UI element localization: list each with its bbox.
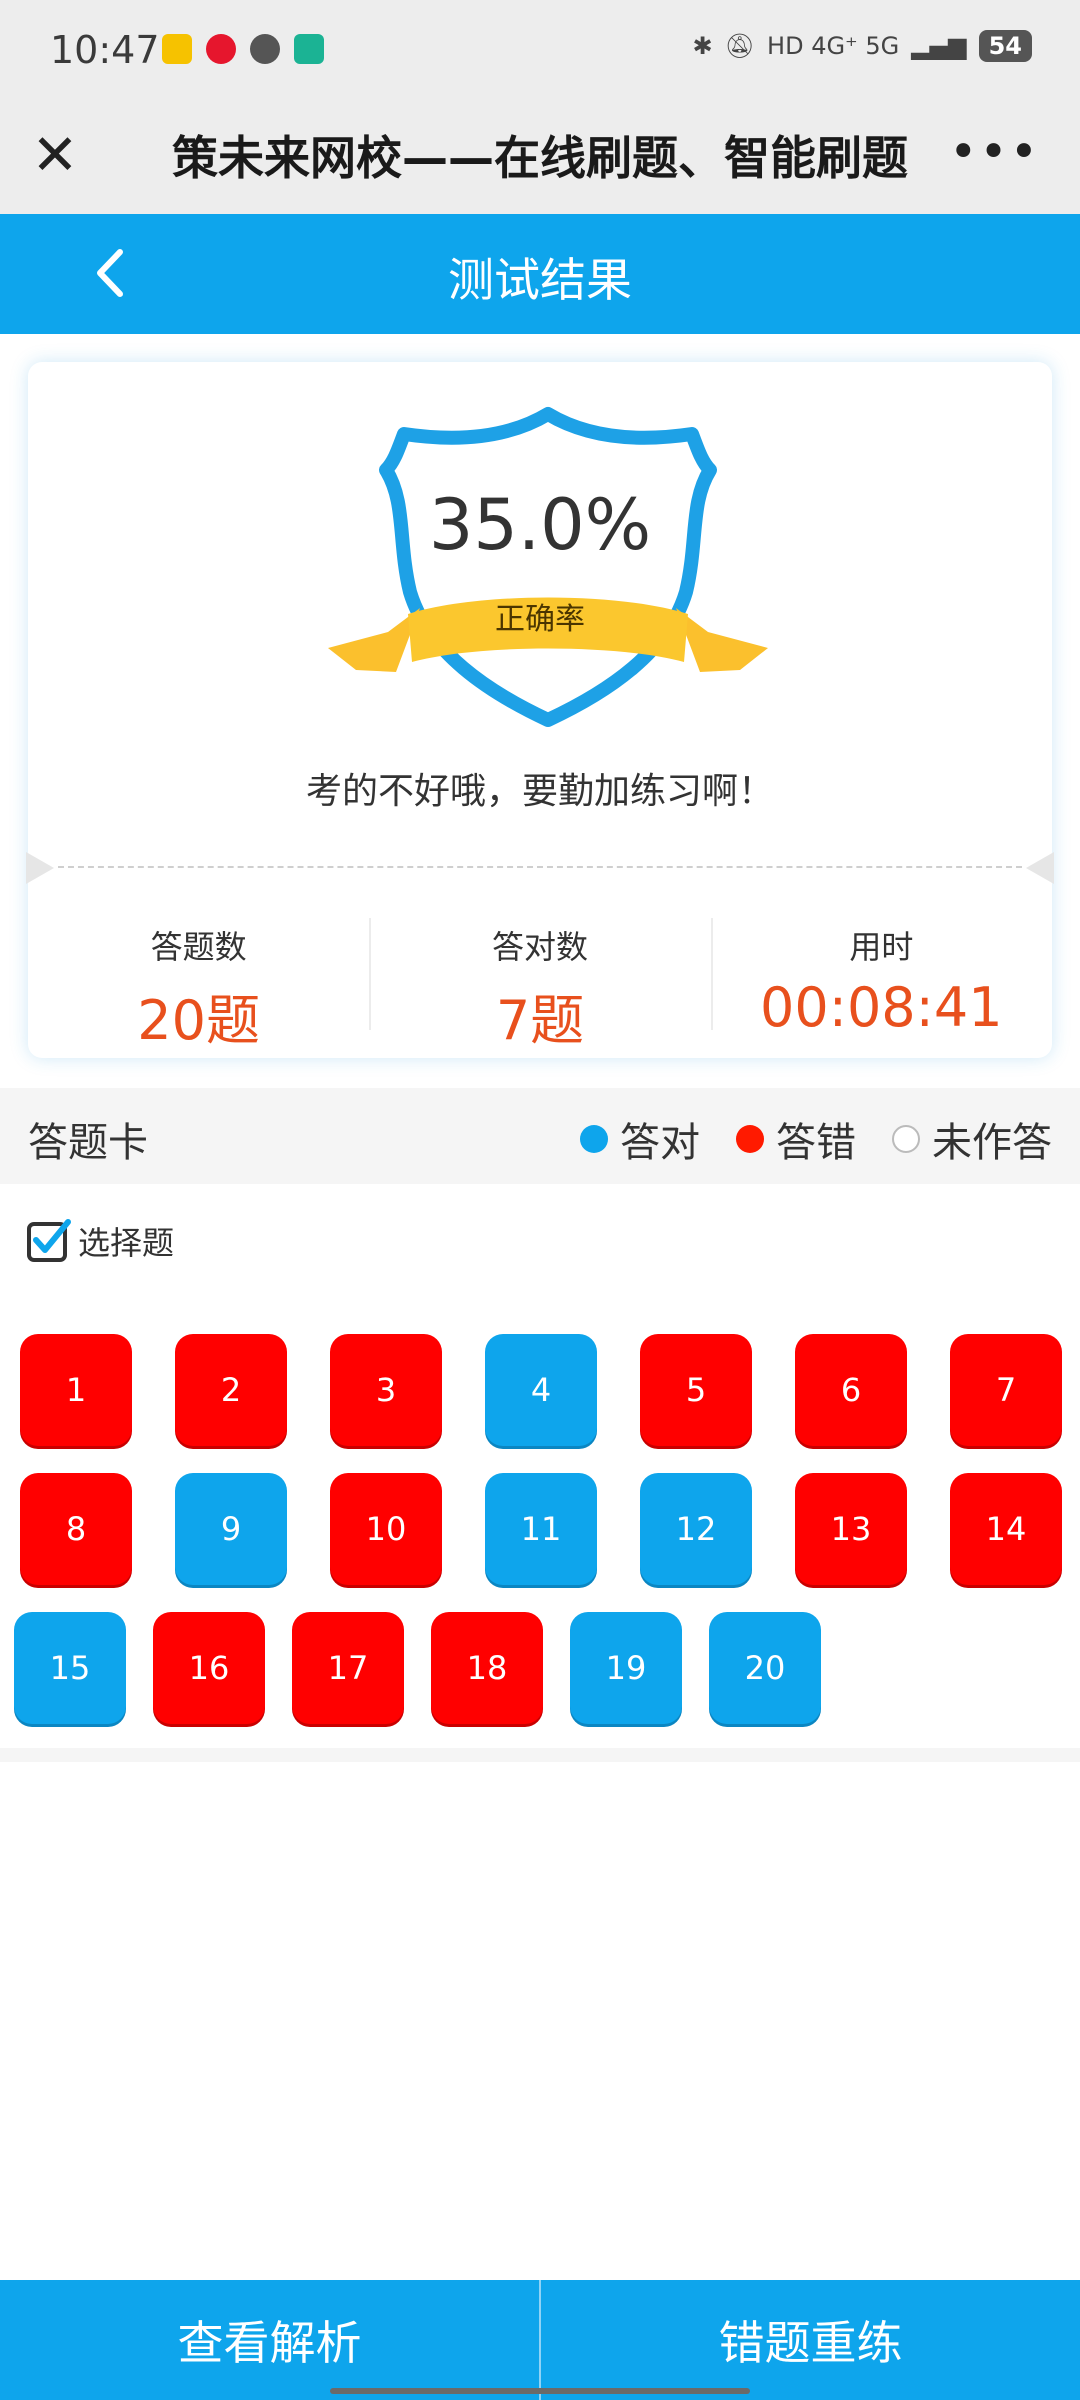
stat-label: 用时 (849, 928, 914, 966)
checkbox-checked-icon (27, 1219, 71, 1262)
network-label: HD 4G⁺ 5G (767, 32, 900, 60)
status-bar: 10:47 ✱ 🔕︎ HD 4G⁺ 5G ▂▄▆ 54 (0, 0, 1080, 104)
status-time: 10:47 (50, 28, 160, 72)
question-button-11[interactable]: 11 (485, 1473, 597, 1585)
page-header: 测试结果 (0, 214, 1080, 334)
card-divider (58, 866, 1022, 868)
question-button-15[interactable]: 15 (14, 1612, 126, 1724)
card-notch-right (1026, 852, 1054, 884)
stat-value: 7题 (495, 989, 585, 1052)
question-button-10[interactable]: 10 (330, 1473, 442, 1585)
battery-icon: 54 (978, 30, 1032, 62)
stat-value: 00:08:41 (760, 976, 1003, 1039)
retry-wrong-button[interactable]: 错题重练 (539, 2280, 1080, 2400)
meituan-app-icon (162, 34, 192, 64)
close-icon[interactable]: ✕ (30, 126, 80, 186)
question-button-17[interactable]: 17 (292, 1612, 404, 1724)
status-notification-icons (162, 34, 324, 64)
question-button-16[interactable]: 16 (153, 1612, 265, 1724)
app-notification-icon (294, 34, 324, 64)
home-indicator[interactable] (330, 2388, 750, 2394)
question-button-1[interactable]: 1 (20, 1334, 132, 1446)
question-button-19[interactable]: 19 (570, 1612, 682, 1724)
weibo-app-icon (206, 34, 236, 64)
app-bar: ✕ 策未来网校——在线刷题、智能刷题 ••• (0, 104, 1080, 214)
question-button-2[interactable]: 2 (175, 1334, 287, 1446)
red-dot-icon (736, 1125, 764, 1153)
legend-correct: 答对 (580, 1110, 700, 1168)
legend-label: 答对 (620, 1120, 700, 1166)
question-button-6[interactable]: 6 (795, 1334, 907, 1446)
app-title: 策未来网校——在线刷题、智能刷题 (172, 131, 908, 185)
legend: 答对 答错 未作答 (544, 1110, 1052, 1168)
question-button-8[interactable]: 8 (20, 1473, 132, 1585)
accuracy-label: 正确率 (495, 602, 585, 637)
result-card: 35.0% 正确率 考的不好哦，要勤加练习啊！ 答题数 20题 答对数 7题 用… (26, 362, 1054, 1058)
more-icon[interactable]: ••• (949, 124, 1040, 180)
stat-time: 用时 00:08:41 (710, 918, 1052, 1039)
accuracy-rate: 35.0% (428, 484, 652, 566)
stat-label: 答对数 (491, 928, 588, 966)
page-title: 测试结果 (448, 253, 632, 307)
signal-icon: ▂▄▆ (911, 32, 967, 60)
question-button-4[interactable]: 4 (485, 1334, 597, 1446)
question-button-3[interactable]: 3 (330, 1334, 442, 1446)
shield-badge-icon (328, 407, 768, 727)
category-label: 选择题 (78, 1224, 175, 1262)
card-notch-left (26, 852, 54, 884)
mute-icon: 🔕︎ (724, 32, 756, 60)
question-button-18[interactable]: 18 (431, 1612, 543, 1724)
stats-row: 答题数 20题 答对数 7题 用时 00:08:41 (28, 918, 1052, 1052)
result-message: 考的不好哦，要勤加练习啊！ (305, 771, 774, 812)
question-button-7[interactable]: 7 (950, 1334, 1062, 1446)
stat-value: 20题 (137, 989, 261, 1052)
question-category: 选择题 (26, 1218, 174, 1264)
question-button-9[interactable]: 9 (175, 1473, 287, 1585)
view-analysis-button[interactable]: 查看解析 (0, 2280, 539, 2400)
status-system-icons: ✱ 🔕︎ HD 4G⁺ 5G ▂▄▆ 54 (692, 30, 1032, 62)
stat-label: 答题数 (150, 928, 247, 966)
legend-label: 答错 (776, 1120, 856, 1166)
question-button-20[interactable]: 20 (709, 1612, 821, 1724)
question-button-5[interactable]: 5 (640, 1334, 752, 1446)
section-divider (0, 1748, 1080, 1762)
legend-label: 未作答 (932, 1120, 1052, 1166)
blue-dot-icon (580, 1125, 608, 1153)
stat-correct: 答对数 7题 (369, 918, 710, 1052)
stat-total: 答题数 20题 (28, 918, 369, 1052)
question-button-13[interactable]: 13 (795, 1473, 907, 1585)
question-button-12[interactable]: 12 (640, 1473, 752, 1585)
empty-dot-icon (892, 1125, 920, 1153)
bottom-actions: 查看解析 错题重练 (0, 2280, 1080, 2400)
answer-sheet-header: 答题卡 答对 答错 未作答 (0, 1088, 1080, 1184)
answer-sheet-title: 答题卡 (28, 1120, 148, 1166)
legend-wrong: 答错 (736, 1110, 856, 1168)
legend-unanswered: 未作答 (892, 1110, 1052, 1168)
bluetooth-icon: ✱ (692, 32, 713, 60)
question-button-14[interactable]: 14 (950, 1473, 1062, 1585)
message-app-icon (250, 34, 280, 64)
